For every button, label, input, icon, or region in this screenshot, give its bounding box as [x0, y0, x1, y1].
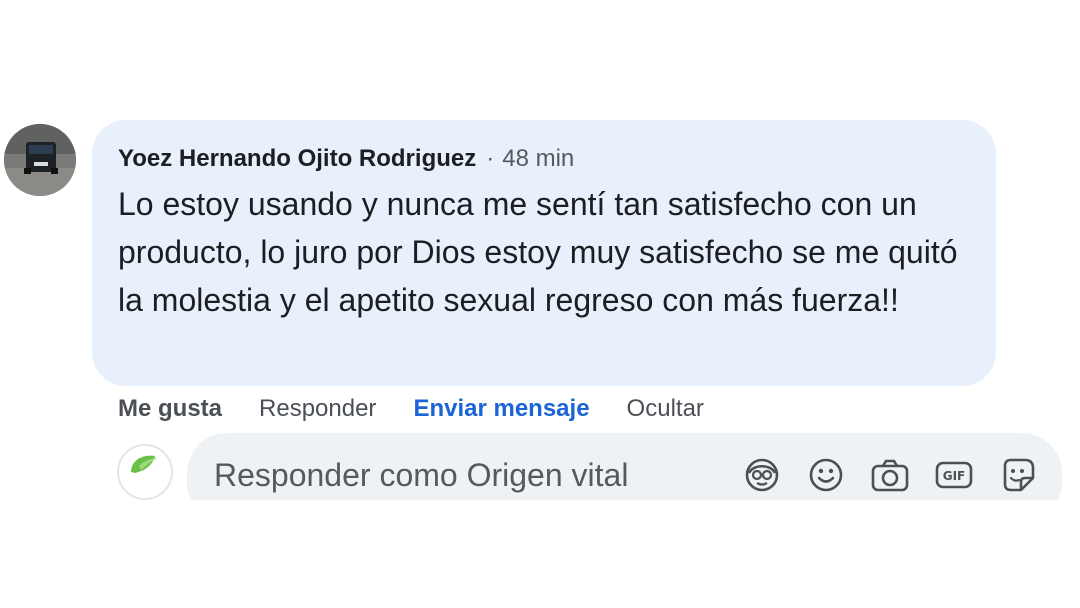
page-avatar[interactable]	[117, 444, 173, 500]
emoji-icon[interactable]	[806, 455, 846, 495]
reply-button[interactable]: Responder	[259, 394, 376, 424]
hide-button[interactable]: Ocultar	[627, 394, 704, 424]
car-photo-icon	[4, 124, 76, 196]
sticker-icon[interactable]	[998, 455, 1038, 495]
reply-toolbar: GIF	[742, 455, 1062, 495]
gif-icon[interactable]: GIF	[934, 455, 974, 495]
reply-placeholder: Responder como Origen vital	[214, 457, 629, 493]
comment-time[interactable]: 48 min	[502, 144, 574, 174]
commenter-avatar[interactable]	[4, 124, 76, 196]
camera-icon[interactable]	[870, 455, 910, 495]
bottom-crop	[0, 500, 1080, 608]
like-button[interactable]: Me gusta	[118, 394, 222, 424]
comment-bubble: Yoez Hernando Ojito Rodriguez · 48 min L…	[92, 120, 996, 386]
comment-actions: Me gusta Responder Enviar mensaje Oculta…	[118, 394, 741, 424]
avatar-sticker-icon[interactable]	[742, 455, 782, 495]
origen-vital-logo-icon	[119, 446, 171, 498]
comment-header: Yoez Hernando Ojito Rodriguez · 48 min	[118, 144, 970, 174]
send-message-button[interactable]: Enviar mensaje	[413, 394, 589, 424]
separator-dot: ·	[486, 145, 495, 172]
author-name[interactable]: Yoez Hernando Ojito Rodriguez	[118, 144, 476, 174]
comment-screen: Yoez Hernando Ojito Rodriguez · 48 min L…	[0, 0, 1080, 608]
svg-text:GIF: GIF	[943, 469, 966, 483]
comment-text: Lo estoy usando y nunca me sentí tan sat…	[118, 186, 958, 318]
